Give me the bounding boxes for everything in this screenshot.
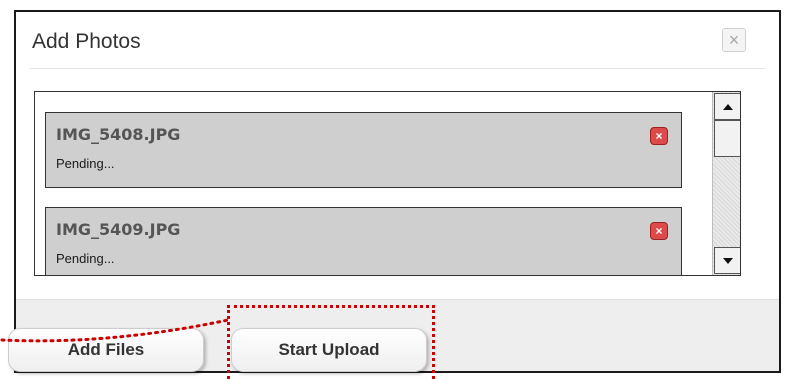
- start-upload-button[interactable]: Start Upload: [231, 328, 427, 372]
- scrollbar[interactable]: [712, 92, 740, 275]
- file-status: Pending...: [56, 251, 115, 266]
- file-name: IMG_5408.JPG: [56, 125, 181, 144]
- remove-file-icon[interactable]: ×: [650, 127, 668, 145]
- arrow-up-icon[interactable]: [714, 93, 740, 120]
- arrow-down-icon[interactable]: [714, 247, 740, 274]
- title-divider: [30, 68, 765, 69]
- remove-file-icon[interactable]: ×: [650, 222, 668, 240]
- file-item: IMG_5409.JPG Pending... ×: [45, 207, 682, 275]
- upload-queue-list[interactable]: IMG_5408.JPG Pending... × IMG_5409.JPG P…: [34, 91, 741, 276]
- close-icon[interactable]: ×: [722, 28, 746, 52]
- file-status: Pending...: [56, 156, 115, 171]
- file-name: IMG_5409.JPG: [56, 220, 181, 239]
- scrollbar-thumb[interactable]: [714, 120, 740, 157]
- file-item: IMG_5408.JPG Pending... ×: [45, 112, 682, 188]
- add-files-button[interactable]: Add Files: [8, 328, 204, 372]
- dialog-footer: Add Files Start Upload: [8, 299, 779, 372]
- add-photos-dialog: Add Photos × IMG_5408.JPG Pending... × I…: [8, 10, 781, 373]
- dialog-title: Add Photos: [32, 30, 141, 53]
